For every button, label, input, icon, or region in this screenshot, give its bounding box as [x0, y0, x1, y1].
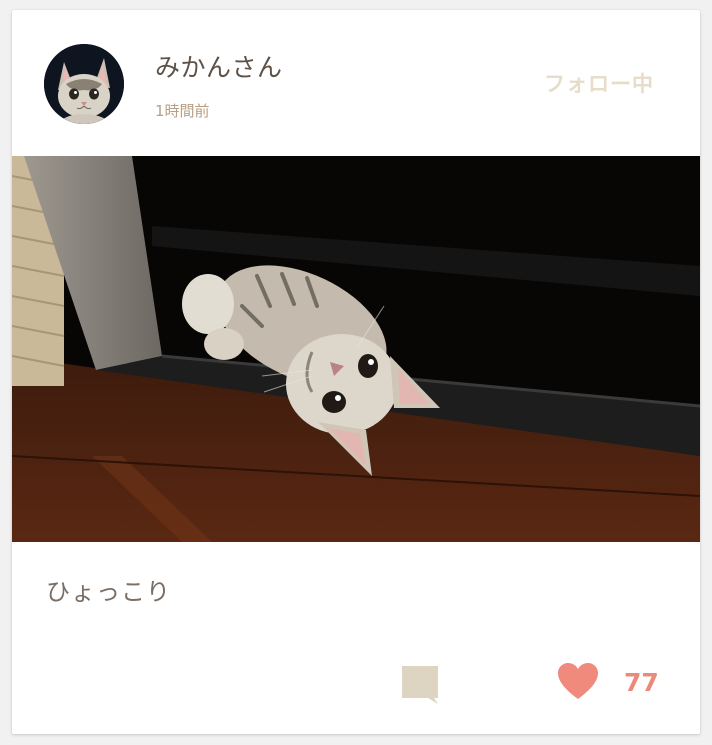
like-count: 77	[624, 668, 659, 697]
post-timestamp: 1時間前	[155, 102, 210, 120]
comment-icon	[402, 666, 438, 704]
like-button[interactable]	[557, 662, 599, 702]
post-photo[interactable]	[12, 156, 700, 542]
author-name[interactable]: みかんさん	[155, 48, 283, 84]
heart-icon	[558, 663, 598, 699]
post-header: みかんさん 1時間前 フォロー中	[12, 10, 700, 156]
cat-avatar-icon	[44, 44, 124, 124]
author-avatar[interactable]	[44, 44, 124, 124]
post-caption: ひょっこり	[46, 578, 171, 606]
comment-button[interactable]	[400, 664, 442, 706]
post-card: みかんさん 1時間前 フォロー中 ひょっこり 77	[12, 10, 700, 734]
follow-button[interactable]: フォロー中	[544, 68, 654, 98]
kitten-photo-icon	[12, 156, 700, 542]
